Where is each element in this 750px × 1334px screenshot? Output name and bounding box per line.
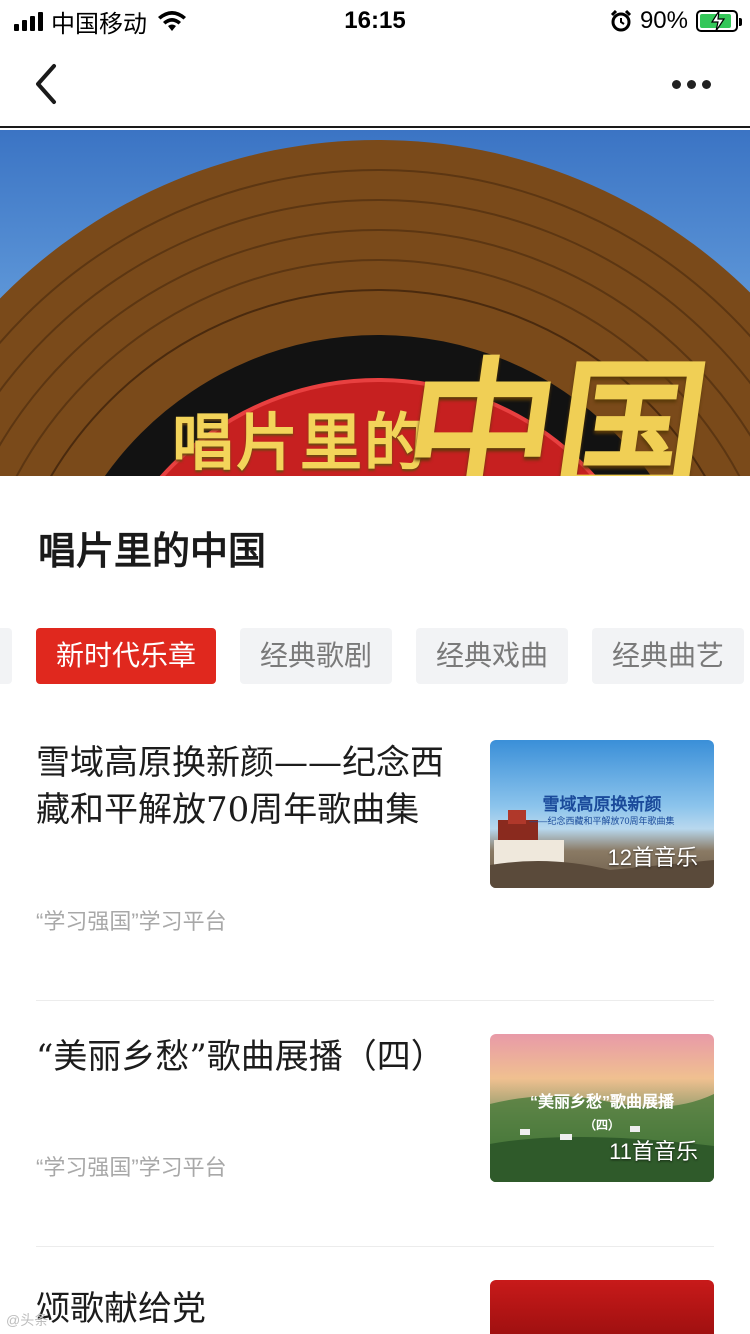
list-item[interactable]: 颂歌献给党 (36, 1280, 714, 1334)
tab-classic-opera[interactable]: 经典歌剧 (240, 628, 392, 684)
article-title: 颂歌献给党 (36, 1289, 206, 1329)
more-dots-icon (672, 79, 681, 89)
tab-classic-drama[interactable]: 经典戏曲 (416, 628, 568, 684)
battery-icon (696, 10, 742, 32)
status-bar: 中国移动 16:15 90% (0, 0, 750, 40)
tab-previous-partial[interactable] (0, 628, 12, 684)
thumbnail-title: “美丽乡愁”歌曲展播 (529, 1094, 674, 1111)
track-count: 11首音乐 (609, 1139, 698, 1164)
thumbnail-subtitle: ——纪念西藏和平解放70周年歌曲集 (529, 816, 675, 826)
divider (36, 1000, 714, 1001)
track-count: 12首音乐 (607, 845, 698, 870)
banner-title: 唱片里的 (172, 406, 429, 476)
tab-classic-folk-art[interactable]: 经典曲艺 (592, 628, 744, 684)
article-source: “学习强国”学习平台 (36, 1155, 227, 1180)
thumbnail-subtitle: （四） (583, 1118, 620, 1132)
chevron-left-icon (36, 64, 56, 104)
back-button[interactable] (28, 62, 68, 106)
page-title: 唱片里的中国 (38, 528, 267, 573)
alarm-icon (610, 10, 632, 32)
divider (36, 1246, 714, 1247)
banner-calligraphy: 中国 (393, 343, 719, 476)
tab-new-era[interactable]: 新时代乐章 (36, 628, 216, 684)
article-thumbnail: “美丽乡愁”歌曲展播 （四） 11首音乐 (490, 1034, 714, 1182)
list-item[interactable]: 雪域高原换新颜——纪念西藏和平解放70周年歌曲集 “学习强国”学习平台 雪域高原… (36, 740, 714, 940)
status-right: 90% (610, 6, 742, 36)
article-thumbnail: 雪域高原换新颜 ——纪念西藏和平解放70周年歌曲集 12首音乐 (490, 740, 714, 888)
battery-percent: 90% (639, 7, 688, 34)
list-item[interactable]: “美丽乡愁”歌曲展播（四） “学习强国”学习平台 “美丽乡愁”歌曲展播 （四） … (36, 1034, 714, 1214)
article-title: 雪域高原换新颜——纪念西藏和平解放70周年歌曲集 (36, 743, 444, 830)
article-source: “学习强国”学习平台 (36, 909, 227, 934)
navigation-bar (0, 40, 750, 128)
category-tabs: 新时代乐章 经典歌剧 经典戏曲 经典曲艺 (0, 628, 750, 684)
charging-bolt-icon (710, 10, 726, 32)
banner-image: 唱片里的 中国 (0, 130, 750, 476)
more-options-button[interactable] (672, 76, 716, 92)
thumbnail-title: 雪域高原换新颜 (542, 795, 662, 814)
article-thumbnail (490, 1280, 714, 1334)
watermark: @头条 (6, 1312, 49, 1328)
article-title: “美丽乡愁”歌曲展播（四） (36, 1037, 445, 1077)
